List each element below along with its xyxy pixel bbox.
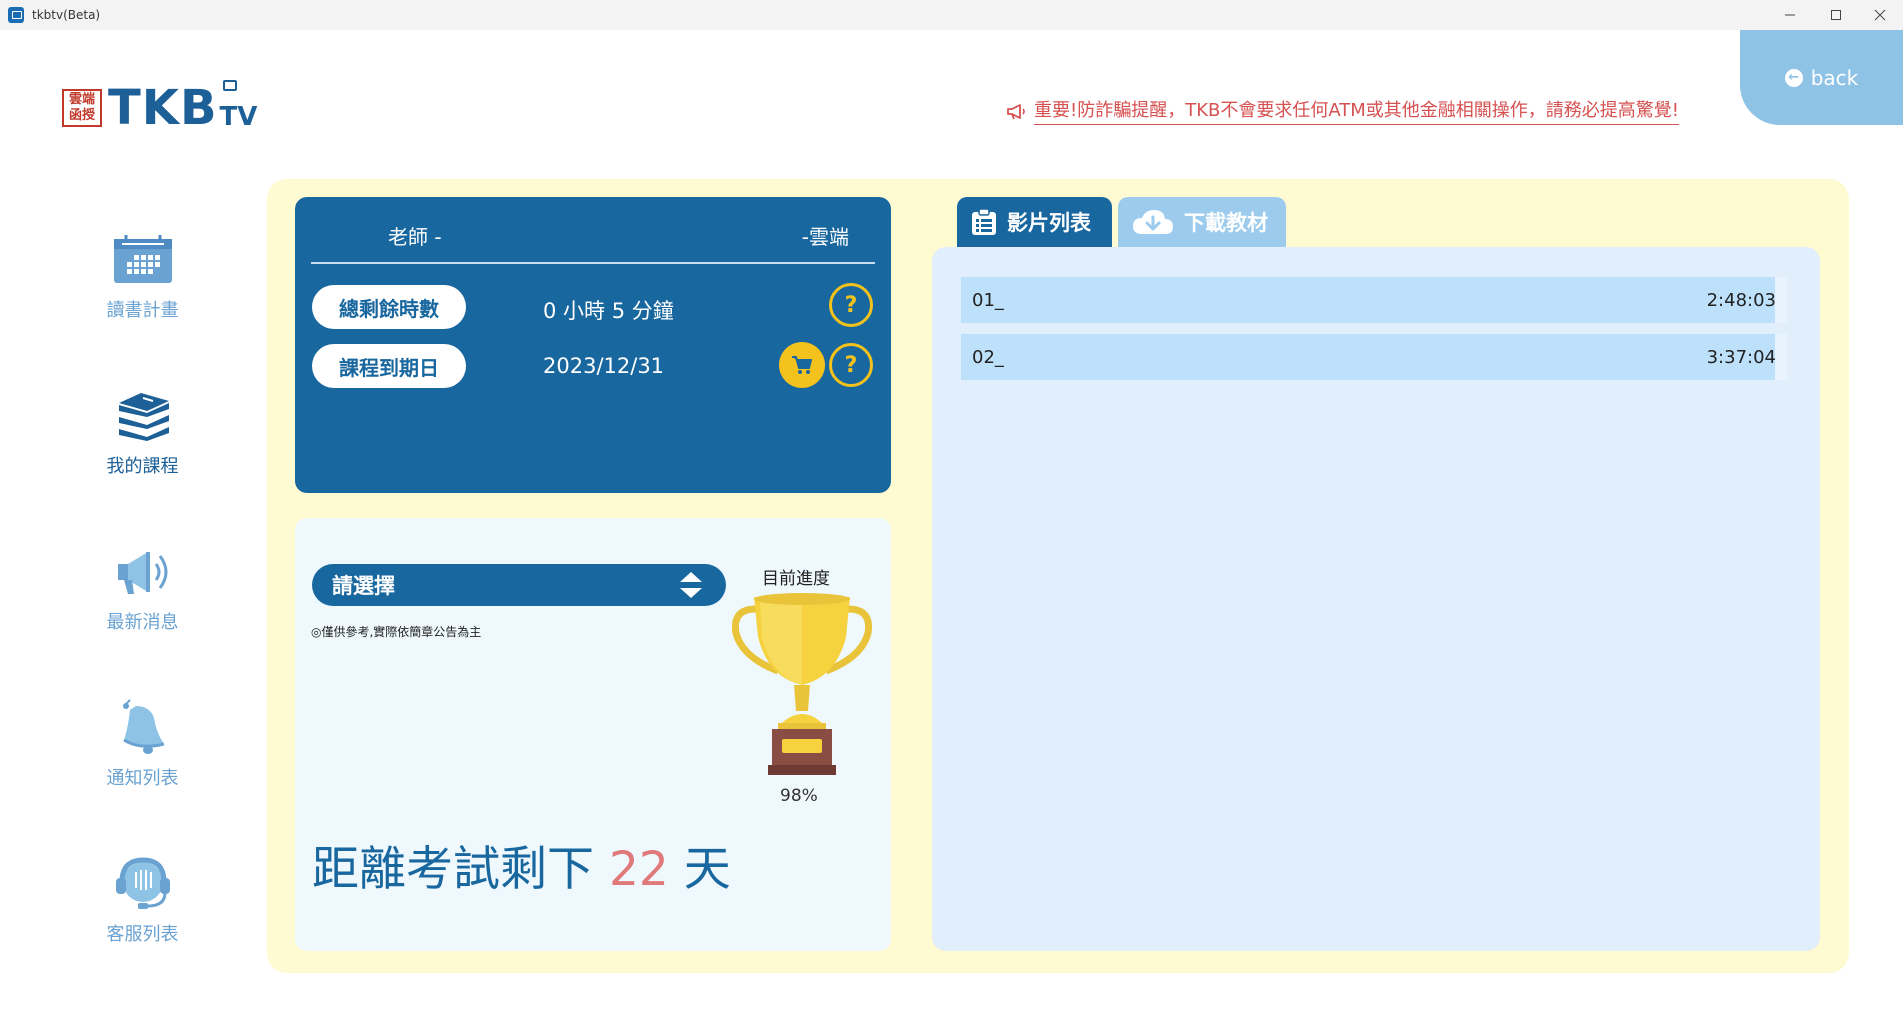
sidebar-item-my-courses[interactable]: 我的課程	[80, 386, 205, 478]
help-icon: ?	[844, 292, 858, 318]
sidebar-item-label: 讀書計畫	[106, 300, 179, 321]
sidebar-item-label: 通知列表	[106, 768, 179, 789]
megaphone-small-icon	[1007, 103, 1025, 119]
sidebar-item-label: 最新消息	[106, 612, 179, 633]
tkbtv-logo: 雲端函授 TKB TV	[62, 80, 257, 136]
minimize-button[interactable]	[1767, 0, 1813, 30]
remaining-help-button[interactable]: ?	[829, 283, 873, 327]
sidebar-item-study-plan[interactable]: 讀書計畫	[80, 230, 205, 322]
sidebar-item-label: 我的課程	[106, 456, 179, 477]
arrow-left-icon: ←	[1784, 68, 1803, 87]
video-title: 01_	[972, 289, 1004, 311]
course-info-card: 老師 - -雲端 總剩餘時數 0 小時 5 分鐘 ? 課程到期日 2023/12…	[295, 197, 891, 493]
close-button[interactable]	[1857, 0, 1903, 30]
tab-download-materials[interactable]: 下載教材	[1118, 197, 1286, 247]
cloud-download-icon	[1132, 208, 1174, 236]
cart-button[interactable]	[779, 342, 825, 388]
video-list-panel: 01_ 2:48:03 02_ 3:37:04	[932, 247, 1820, 951]
countdown-days: 22	[608, 842, 669, 897]
select-value: 請選擇	[332, 574, 395, 598]
cart-icon	[792, 356, 812, 374]
trophy-icon	[732, 593, 872, 775]
exam-countdown: 距離考試剩下 22 天	[312, 842, 731, 897]
progress-value: 98%	[780, 786, 818, 806]
teacher-name: 老師 -	[388, 225, 442, 249]
video-list-item[interactable]: 01_ 2:48:03	[961, 277, 1787, 323]
help-icon: ?	[844, 352, 858, 378]
maximize-icon	[1831, 10, 1841, 20]
notice-text: 重要!防詐騙提醒，TKB不會要求任何ATM或其他金融相關操作，請務必提高驚覺!	[1034, 96, 1680, 125]
calendar-icon	[108, 230, 178, 290]
window-titlebar: tkbtv(Beta)	[0, 0, 1903, 30]
course-platform: -雲端	[801, 225, 849, 249]
progress-label: 目前進度	[762, 569, 830, 589]
minimize-icon	[1785, 14, 1795, 16]
tv-screen-icon	[222, 80, 237, 91]
expiry-date-value: 2023/12/31	[543, 354, 665, 378]
logo-brand: TKB	[108, 80, 218, 136]
back-label: back	[1810, 65, 1859, 90]
sidebar-item-support[interactable]: 客服列表	[80, 854, 205, 946]
progress-card: 請選擇 ◎僅供參考,實際依簡章公告為主 目前進度 98% 距離考試剩下 22 天	[295, 518, 891, 951]
sidebar-item-news[interactable]: 最新消息	[80, 542, 205, 634]
expiry-date-label: 課程到期日	[312, 344, 466, 388]
back-button[interactable]: ← back	[1740, 30, 1903, 125]
expiry-help-button[interactable]: ?	[829, 343, 873, 387]
maximize-button[interactable]	[1813, 0, 1859, 30]
bell-icon	[108, 698, 178, 758]
books-icon	[108, 386, 178, 446]
app-icon	[8, 7, 24, 23]
close-icon	[1874, 9, 1886, 21]
sidebar-item-label: 客服列表	[106, 924, 179, 945]
divider	[311, 262, 875, 264]
sidebar-item-notifications[interactable]: 通知列表	[80, 698, 205, 790]
headset-icon	[108, 854, 178, 914]
logo-seal: 雲端函授	[62, 89, 102, 127]
video-duration: 2:48:03	[1706, 289, 1776, 311]
video-list-item[interactable]: 02_ 3:37:04	[961, 334, 1787, 380]
megaphone-icon	[108, 542, 178, 602]
logo-tv: TV	[220, 80, 257, 132]
fraud-notice[interactable]: 重要!防詐騙提醒，TKB不會要求任何ATM或其他金融相關操作，請務必提高驚覺!	[1006, 96, 1680, 125]
exam-select-dropdown[interactable]: 請選擇	[312, 564, 726, 606]
tab-label: 下載教材	[1184, 211, 1268, 235]
remaining-hours-value: 0 小時 5 分鐘	[543, 299, 674, 323]
window-title: tkbtv(Beta)	[32, 8, 101, 22]
tab-video-list[interactable]: 影片列表	[957, 197, 1112, 247]
remaining-hours-label: 總剩餘時數	[312, 285, 466, 329]
tab-label: 影片列表	[1007, 211, 1091, 235]
sort-arrows-icon	[680, 572, 702, 598]
video-duration: 3:37:04	[1706, 346, 1776, 368]
reference-note: ◎僅供參考,實際依簡章公告為主	[311, 625, 482, 639]
video-title: 02_	[972, 346, 1004, 368]
clipboard-list-icon	[971, 208, 997, 236]
